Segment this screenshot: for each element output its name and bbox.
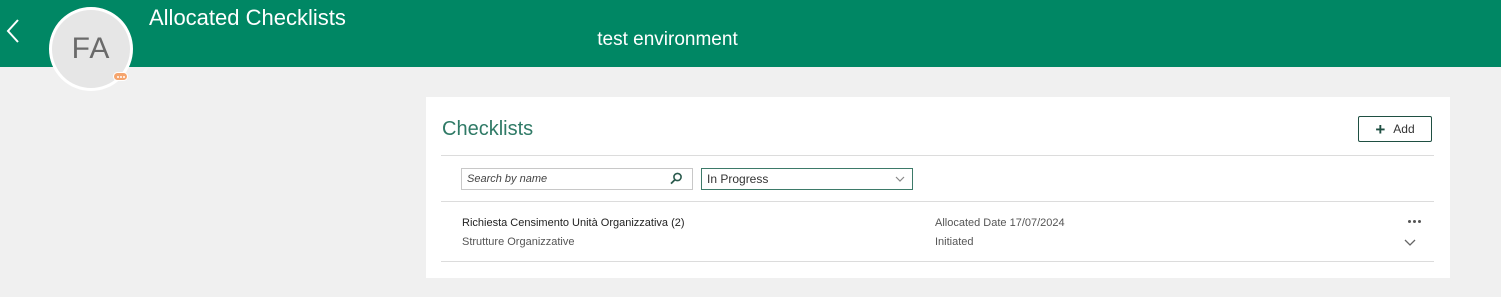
environment-label: test environment xyxy=(597,29,738,50)
checklist-row[interactable]: Richiesta Censimento Unità Organizzativa… xyxy=(441,202,1434,261)
checklist-name: Richiesta Censimento Unità Organizzativa… xyxy=(462,217,685,229)
checklist-status: Initiated xyxy=(935,236,974,248)
chevron-down-icon xyxy=(895,176,905,182)
more-options-icon[interactable] xyxy=(1400,213,1428,229)
card-title: Checklists xyxy=(442,118,534,140)
search-box xyxy=(461,168,693,190)
checklist-category: Strutture Organizzative xyxy=(462,236,575,248)
status-filter-value: In Progress xyxy=(707,172,769,186)
add-button-label: Add xyxy=(1393,122,1415,136)
page-title: Allocated Checklists xyxy=(149,5,346,30)
add-button[interactable]: + Add xyxy=(1358,116,1432,142)
ellipsis-icon[interactable] xyxy=(113,72,128,81)
status-filter-select[interactable]: In Progress xyxy=(701,168,913,190)
plus-icon: + xyxy=(1375,119,1386,139)
divider xyxy=(441,155,1434,156)
app-header: Allocated Checklists test environment xyxy=(0,0,1501,67)
search-icon[interactable] xyxy=(669,172,683,186)
checklists-card: Checklists + Add In Progress Richiesta C… xyxy=(426,97,1450,278)
expand-chevron-icon[interactable] xyxy=(1403,237,1417,249)
avatar-initials: FA xyxy=(71,32,111,65)
search-input[interactable] xyxy=(462,169,662,189)
allocated-date: Allocated Date 17/07/2024 xyxy=(935,217,1065,229)
divider xyxy=(441,261,1434,262)
